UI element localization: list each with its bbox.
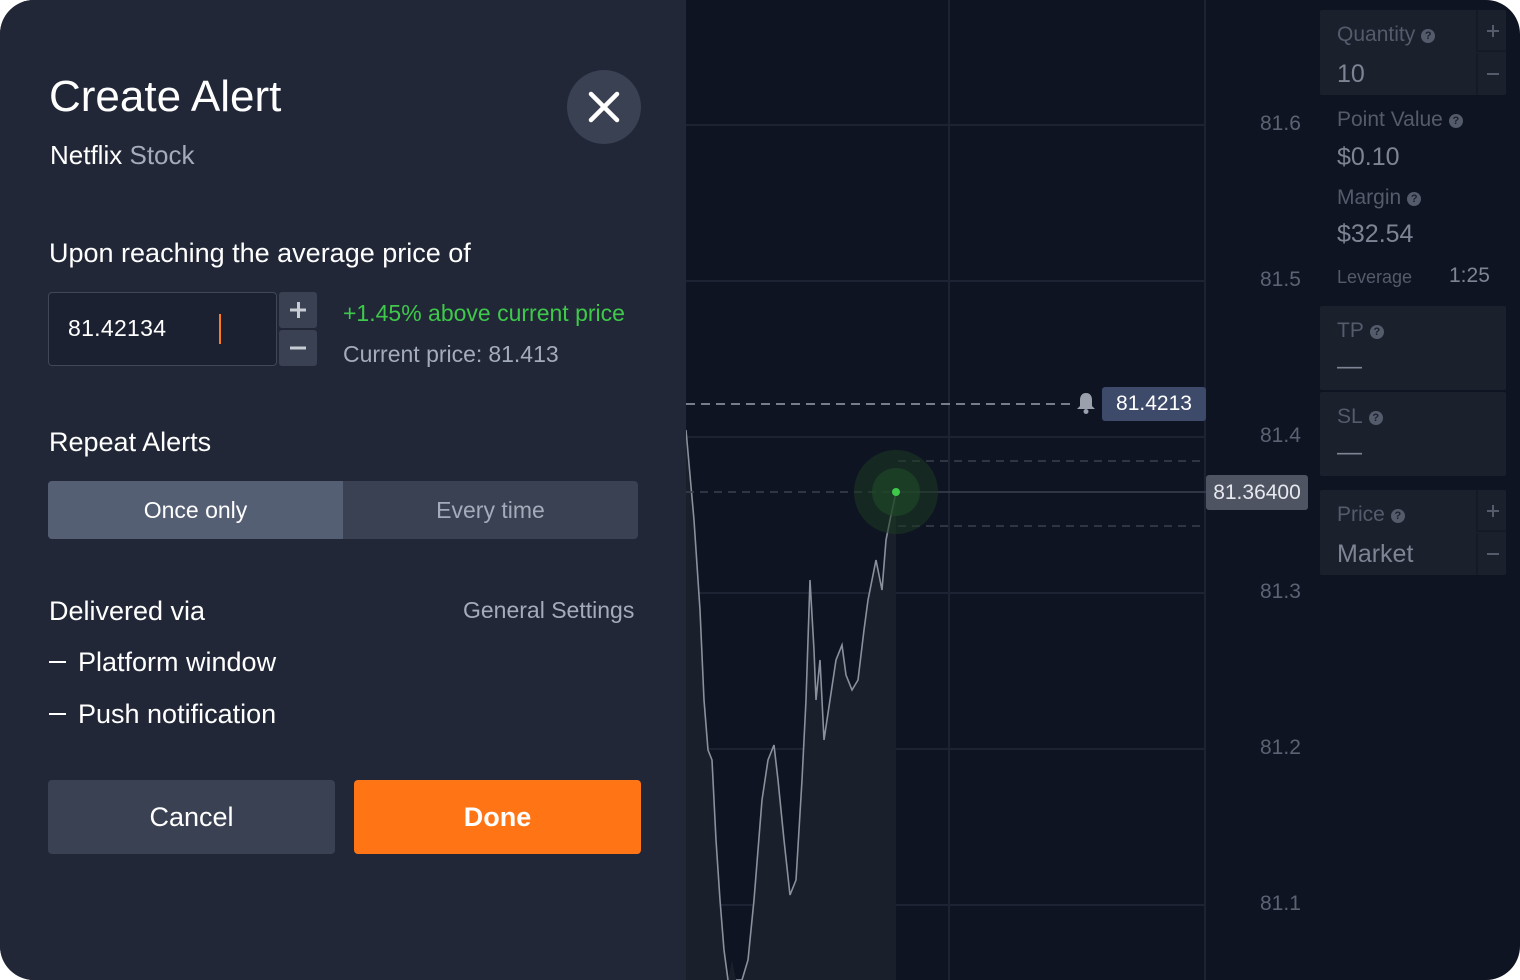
price-field[interactable]: Price? Market — [1320, 490, 1506, 575]
tp-field[interactable]: TP? — — [1320, 306, 1506, 390]
help-icon[interactable]: ? — [1407, 192, 1422, 206]
minus-icon — [290, 346, 306, 350]
y-tick-label: 81.2 — [1260, 736, 1301, 759]
instrument-type: Stock — [129, 140, 195, 170]
tp-label: TP — [1337, 319, 1364, 342]
y-tick-label: 81.5 — [1260, 268, 1301, 291]
plus-icon — [1487, 505, 1499, 517]
delivered-via-label: Delivered via — [49, 596, 206, 626]
app-window: 81.4213 81.36400 81.6 81.5 81.4 81.3 81.… — [0, 0, 1520, 980]
leverage-label: Leverage — [1337, 267, 1413, 287]
price-mode-value[interactable]: Market — [1337, 540, 1413, 569]
minus-icon — [1487, 73, 1499, 75]
current-price-dot — [892, 488, 900, 496]
quantity-value[interactable]: 10 — [1337, 60, 1365, 89]
alert-price-tag[interactable]: 81.4213 — [1102, 387, 1206, 421]
sl-label: SL — [1337, 405, 1363, 428]
help-icon[interactable]: ? — [1390, 509, 1405, 523]
help-icon[interactable]: ? — [1448, 114, 1463, 128]
help-icon[interactable]: ? — [1421, 29, 1436, 43]
help-icon[interactable]: ? — [1369, 325, 1384, 339]
price-input-box[interactable] — [48, 292, 277, 366]
price-condition-label: Upon reaching the average price of — [49, 238, 471, 268]
delivery-push-notification: Push notification — [78, 699, 277, 729]
price-increment-button[interactable] — [279, 292, 317, 328]
repeat-toggle: Once only Every time — [48, 481, 638, 539]
current-price-label: Current price: — [343, 341, 483, 367]
create-alert-modal: Create Alert Netflix Stock Upon reaching… — [0, 0, 686, 980]
sl-field[interactable]: SL? — — [1320, 392, 1506, 476]
cancel-button[interactable]: Cancel — [48, 780, 335, 854]
current-price-info: Current price: 81.413 — [343, 341, 559, 368]
repeat-every-time-option[interactable]: Every time — [343, 481, 638, 539]
margin-label: Margin — [1337, 186, 1402, 209]
dash-bullet — [49, 661, 66, 663]
y-tick-label: 81.1 — [1260, 892, 1301, 915]
point-value-label: Point Value — [1337, 108, 1443, 131]
quantity-plus-button[interactable] — [1476, 10, 1506, 52]
close-icon — [588, 91, 620, 123]
quantity-label: Quantity — [1337, 23, 1416, 46]
plus-icon — [1487, 25, 1499, 37]
instrument-name: Netflix — [50, 140, 123, 170]
minus-icon — [1487, 553, 1499, 555]
current-price-tag: 81.36400 — [1206, 475, 1308, 510]
modal-title: Create Alert — [49, 72, 282, 121]
current-price-value: 81.413 — [488, 341, 559, 367]
general-settings-link[interactable]: General Settings — [463, 597, 634, 624]
text-caret — [219, 314, 221, 344]
point-value: $0.10 — [1337, 143, 1400, 171]
repeat-once-option[interactable]: Once only — [48, 481, 343, 539]
price-minus-button[interactable] — [1476, 533, 1506, 575]
help-icon[interactable]: ? — [1368, 411, 1383, 425]
y-tick-label: 81.3 — [1260, 580, 1301, 603]
close-button[interactable] — [567, 70, 641, 144]
margin-value: $32.54 — [1337, 220, 1414, 248]
done-button[interactable]: Done — [354, 780, 641, 854]
price-label: Price — [1337, 503, 1385, 526]
tp-value[interactable]: — — [1337, 352, 1362, 381]
dash-bullet — [49, 713, 66, 715]
delivery-platform-window: Platform window — [78, 647, 277, 677]
y-tick-label: 81.4 — [1260, 424, 1301, 447]
sl-value[interactable]: — — [1337, 438, 1362, 467]
price-plus-button[interactable] — [1476, 490, 1506, 532]
price-diff-text: +1.45% above current price — [343, 300, 625, 326]
modal-subtitle: Netflix Stock — [50, 140, 195, 171]
repeat-alerts-label: Repeat Alerts — [49, 427, 212, 457]
quantity-field[interactable]: Quantity? 10 — [1320, 10, 1506, 95]
leverage-value: 1:25 — [1449, 264, 1490, 287]
price-decrement-button[interactable] — [279, 330, 317, 366]
y-tick-label: 81.6 — [1260, 112, 1301, 135]
quantity-minus-button[interactable] — [1476, 53, 1506, 95]
plus-icon — [290, 302, 306, 318]
